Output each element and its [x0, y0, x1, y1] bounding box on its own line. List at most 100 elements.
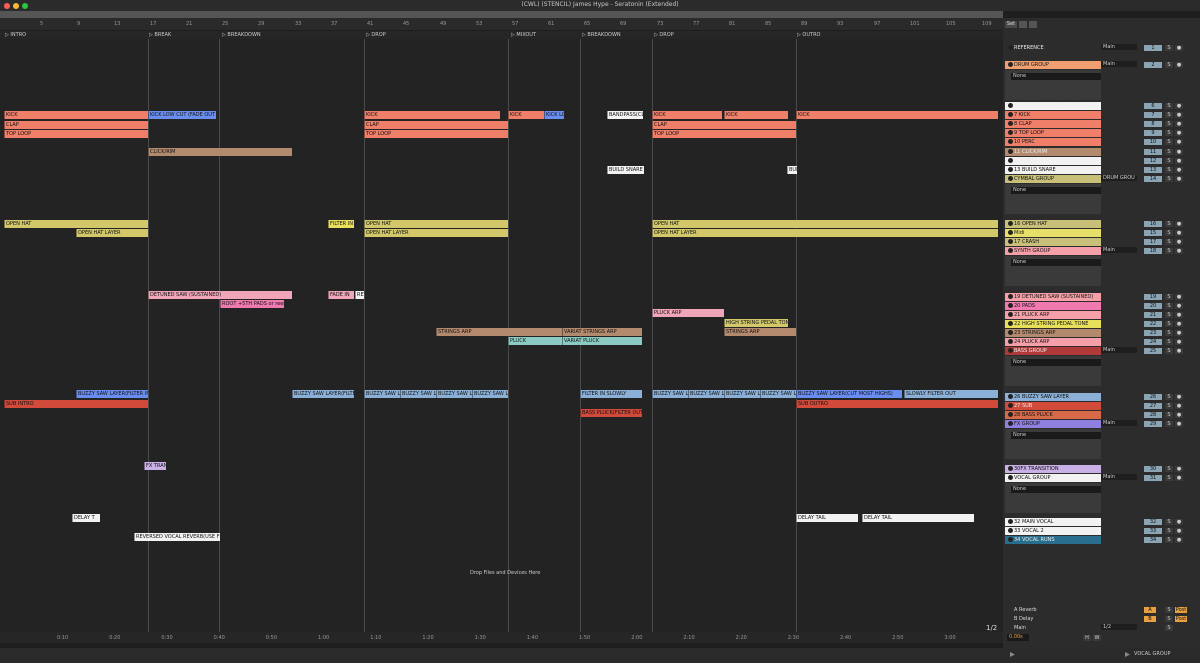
track-name[interactable]: DRUM GROUP — [1005, 61, 1101, 69]
track-name[interactable]: 27 SUB — [1005, 402, 1101, 410]
arm-button[interactable]: ● — [1175, 230, 1183, 236]
clip-kick[interactable]: KICK — [508, 111, 544, 119]
clip-open-hat[interactable]: OPEN HAT — [652, 220, 998, 228]
view-toggle-w[interactable]: W — [1093, 635, 1101, 641]
track-fold-icon[interactable] — [1008, 176, 1013, 181]
track-number[interactable]: 20 — [1144, 303, 1162, 309]
clip-kick[interactable]: KICK LOW CUT (FADE OUT — [148, 111, 216, 119]
track-fold-icon[interactable] — [1008, 339, 1013, 344]
clip-buzzy-saw[interactable]: BUZZY SAW L — [364, 390, 400, 398]
arm-button[interactable]: ● — [1175, 62, 1183, 68]
track-number[interactable]: 22 — [1144, 321, 1162, 327]
main-name[interactable]: Main — [1005, 624, 1101, 632]
track-fold-icon[interactable] — [1008, 221, 1013, 226]
return-name[interactable]: A Reverb — [1005, 606, 1101, 614]
device-chooser[interactable]: None — [1011, 486, 1101, 493]
solo-button[interactable]: S — [1165, 403, 1173, 409]
track-arrow-icon[interactable] — [1125, 652, 1130, 657]
track-fold-icon[interactable] — [1008, 312, 1013, 317]
clip-buzzy-saw[interactable]: BUZZY SAW L — [472, 390, 508, 398]
solo-button[interactable]: S — [1165, 412, 1173, 418]
clip-buzzy-saw[interactable]: BUZZY SAW L — [688, 390, 724, 398]
track-fold-icon[interactable] — [1008, 519, 1013, 524]
track-name[interactable]: 20 PADS — [1005, 302, 1101, 310]
locator-drop[interactable]: ▷ DROP — [654, 32, 674, 38]
solo-button[interactable]: S — [1165, 348, 1173, 354]
clip-detuned-saw[interactable]: FADE IN — [328, 291, 354, 299]
arm-button[interactable]: ● — [1175, 403, 1183, 409]
solo-button[interactable]: S — [1165, 176, 1173, 182]
solo-button[interactable]: S — [1165, 230, 1173, 236]
track-fold-icon[interactable] — [1008, 412, 1013, 417]
track-row[interactable]: 23 STRINGS ARP 23 S ● — [1003, 329, 1200, 337]
clip-buzzy-saw[interactable]: BUZZY SAW LAYER(FILTER — [292, 390, 354, 398]
clip-clap[interactable]: CLAP — [364, 121, 508, 129]
solo-button[interactable]: S — [1165, 149, 1173, 155]
solo-button[interactable]: S — [1165, 103, 1173, 109]
track-number[interactable]: 28 — [1144, 412, 1162, 418]
clip-main-vocal[interactable]: DELAY TAIL — [796, 514, 858, 522]
track-number[interactable]: 10 — [1144, 139, 1162, 145]
arm-button[interactable]: ● — [1175, 103, 1183, 109]
track-fold-icon[interactable] — [1008, 62, 1013, 67]
track-row[interactable]: 20 PADS 20 S ● — [1003, 302, 1200, 310]
track-row[interactable]: 8 CLAP 8 S ● — [1003, 120, 1200, 128]
arm-button[interactable]: ● — [1175, 537, 1183, 543]
solo-button[interactable]: S — [1165, 45, 1173, 51]
arrangement-view[interactable]: Drop Files and Devices Here 1/2 KICK KICK… — [0, 39, 1003, 632]
track-row[interactable]: 27 SUB 27 S ● — [1003, 402, 1200, 410]
return-name[interactable]: B Delay — [1005, 615, 1101, 623]
track-row[interactable]: Midi 15 S ● — [1003, 229, 1200, 237]
solo-button[interactable]: S — [1165, 537, 1173, 543]
clip-open-hat[interactable]: OPEN HAT — [364, 220, 508, 228]
arm-button[interactable]: ● — [1175, 248, 1183, 254]
clip-buzzy-saw[interactable]: BUZZY SAW L — [436, 390, 472, 398]
clip-sub[interactable]: SUB OUTRO — [796, 400, 998, 408]
arm-button[interactable]: ● — [1175, 239, 1183, 245]
beat-time-ruler[interactable]: 5 9 13 17 21 25 29 33 37 41 45 49 53 57 61 65 69 73 77 81 85… — [0, 18, 1003, 30]
solo-button[interactable]: S — [1165, 607, 1173, 613]
solo-button[interactable]: S — [1165, 112, 1173, 118]
track-fold-icon[interactable] — [1008, 121, 1013, 126]
clip-buzzy-saw[interactable]: BUZZY SAW L — [652, 390, 688, 398]
track-fold-icon[interactable] — [1008, 167, 1013, 172]
clip-open-hat[interactable]: OPEN HAT — [4, 220, 148, 228]
solo-button[interactable]: S — [1165, 62, 1173, 68]
solo-button[interactable]: S — [1165, 519, 1173, 525]
track-row[interactable]: BASS GROUP 25 S ● Main — [1003, 347, 1200, 355]
output-routing[interactable]: DRUM GROU — [1101, 175, 1137, 181]
track-row[interactable]: 21 PLUCK ARP 21 S ● — [1003, 311, 1200, 319]
solo-button[interactable]: S — [1165, 121, 1173, 127]
track-name[interactable]: AUTOMATION NOTES DRUM GROU — [1005, 102, 1101, 110]
track-row[interactable]: 12 FILL 12 S ● — [1003, 157, 1200, 165]
track-fold-icon[interactable] — [1008, 139, 1013, 144]
arm-button[interactable]: ● — [1175, 528, 1183, 534]
track-number[interactable]: 9 — [1144, 130, 1162, 136]
track-name[interactable]: 26 BUZZY SAW LAYER — [1005, 393, 1101, 401]
locator-outro[interactable]: ▷ OUTRO — [797, 32, 821, 38]
clip-open-hat-layer[interactable]: OPEN HAT LAYER — [364, 229, 508, 237]
track-number[interactable]: 30 — [1144, 466, 1162, 472]
track-row[interactable]: 34 VOCAL RUNS 34 S ● — [1003, 536, 1200, 544]
track-fold-icon[interactable] — [1008, 239, 1013, 244]
solo-button[interactable]: S — [1165, 294, 1173, 300]
arrangement-overview[interactable] — [0, 11, 1003, 18]
clip-build-snare[interactable]: BUILD SNARE ( — [607, 166, 644, 174]
track-name[interactable]: 10 PERC — [1005, 138, 1101, 146]
solo-button[interactable]: S — [1165, 239, 1173, 245]
track-name[interactable]: 13 BUILD SNARE — [1005, 166, 1101, 174]
track-row[interactable]: 9 TOP LOOP 9 S ● — [1003, 129, 1200, 137]
track-name[interactable]: 23 STRINGS ARP — [1005, 329, 1101, 337]
locator-drop[interactable]: ▷ DROP — [366, 32, 386, 38]
clip-buzzy-saw[interactable]: BUZZY SAW L — [400, 390, 436, 398]
clip-buzzy-saw[interactable]: SLOWLY FILTER OUT — [904, 390, 998, 398]
locator-strip[interactable]: ▷ INTRO ▷ BREAK ▷ BREAKDOWN ▷ DROP ▷ MIXOUT ▷… — [0, 31, 1003, 39]
solo-button[interactable]: S — [1165, 466, 1173, 472]
time-ruler[interactable]: 0:10 0:20 0:30 0:40 0:50 1:00 1:10 1:20 1:30 1:40… — [0, 632, 1003, 643]
solo-button[interactable]: S — [1165, 158, 1173, 164]
track-fold-icon[interactable] — [1008, 158, 1013, 163]
post-button[interactable]: Post — [1175, 607, 1187, 613]
clip-kick[interactable]: KICK LO — [544, 111, 564, 119]
clip-top-loop[interactable]: TOP LOOP — [364, 130, 508, 138]
track-number[interactable]: 1 — [1144, 45, 1162, 51]
